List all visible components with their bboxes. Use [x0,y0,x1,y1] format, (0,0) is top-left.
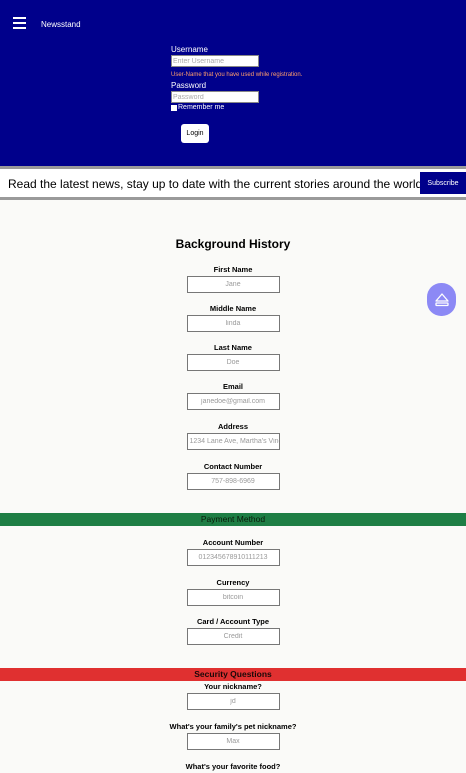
first-name-input[interactable] [186,276,280,293]
subscribe-bar: Read the latest news, stay up to date wi… [0,169,466,197]
email-field: Email [0,382,466,410]
field-label: Card / Account Type [196,617,270,626]
form-title: Background History [175,237,291,251]
field-label: What's your favorite food? [185,762,281,771]
field-label: Your nickname? [204,682,262,691]
favorite-food-field: What's your favorite food? [0,762,466,772]
field-label: Currency [216,578,250,587]
remember-me[interactable]: Remember me [171,104,311,111]
payment-method-heading: Payment Method [0,513,466,526]
field-label: What's your family's pet nickname? [169,722,297,731]
field-label: First Name [213,265,253,274]
username-hint: User-Name that you have used while regis… [171,72,303,78]
password-label: Password [171,81,207,90]
scroll-top-button[interactable] [427,283,456,316]
address-field: Address [0,422,466,450]
pet-nickname-input[interactable] [186,733,280,750]
account-number-field: Account Number [0,538,466,566]
divider [0,197,466,200]
password-input[interactable] [171,91,259,103]
middle-name-input[interactable] [186,315,280,332]
nickname-field: Your nickname? [0,682,466,710]
address-input[interactable] [186,433,280,450]
eject-up-icon [434,292,449,306]
contact-number-field: Contact Number [0,462,466,490]
last-name-input[interactable] [186,354,280,371]
middle-name-field: Middle Name [0,304,466,332]
subscribe-button[interactable]: Subscribe [420,172,466,194]
account-number-input[interactable] [186,549,280,566]
account-type-input[interactable] [186,628,280,645]
login-form: Username User-Name that you have used wh… [171,45,311,143]
currency-input[interactable] [186,589,280,606]
security-questions-heading: Security Questions [0,668,466,681]
field-label: Email [222,382,243,391]
field-label: Middle Name [209,304,257,313]
brand-name[interactable]: Newsstand [41,20,81,29]
email-input[interactable] [186,393,280,410]
remember-me-checkbox[interactable] [171,104,177,111]
field-label: Contact Number [203,462,263,471]
contact-number-input[interactable] [186,473,280,490]
currency-field: Currency [0,578,466,606]
first-name-field: First Name [0,265,466,293]
account-type-field: Card / Account Type [0,617,466,645]
username-label: Username [171,45,208,54]
field-label: Account Number [202,538,264,547]
login-button[interactable]: Login [181,124,209,143]
field-label: Address [217,422,248,431]
hamburger-menu-icon[interactable] [13,17,26,29]
field-label: Last Name [214,343,252,352]
site-header: Newsstand Username User-Name that you ha… [0,0,466,166]
username-input[interactable] [171,55,259,67]
last-name-field: Last Name [0,343,466,371]
remember-me-label: Remember me [178,104,225,111]
pet-nickname-field: What's your family's pet nickname? [0,722,466,750]
nickname-input[interactable] [186,693,280,710]
subscribe-text: Read the latest news, stay up to date wi… [8,177,423,191]
